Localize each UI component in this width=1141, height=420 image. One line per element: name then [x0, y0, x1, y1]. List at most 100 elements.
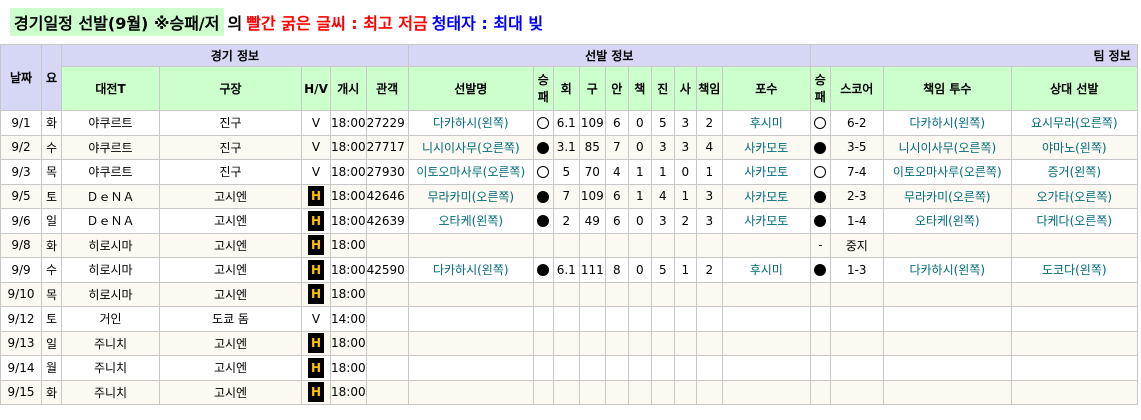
strikeouts-cell[interactable]: 1 — [673, 183, 697, 209]
day-cell[interactable]: 목 — [41, 281, 62, 307]
er-cell[interactable]: 3 — [695, 208, 723, 234]
walks-cell[interactable] — [650, 232, 675, 258]
hv-cell[interactable]: H — [301, 379, 331, 405]
innings-cell[interactable]: 2 — [552, 208, 580, 234]
catcher-cell[interactable] — [721, 306, 811, 332]
hv-cell[interactable]: H — [301, 232, 331, 258]
starter-cell[interactable]: 이토오마사루(오른쪽) — [407, 159, 534, 185]
sp-result-cell[interactable] — [532, 232, 554, 258]
attendance-cell[interactable] — [365, 355, 409, 381]
er-cell[interactable]: 4 — [695, 134, 723, 160]
walks-cell[interactable]: 1 — [650, 159, 675, 185]
hv-cell[interactable]: H — [301, 208, 331, 234]
responsible-pitcher-cell[interactable]: 다카하시(왼쪽) — [882, 110, 1012, 136]
opponent-cell[interactable]: 야쿠르트 — [61, 134, 160, 160]
pitches-cell[interactable] — [578, 306, 606, 332]
day-cell[interactable]: 화 — [41, 110, 62, 136]
starter-cell[interactable]: 다카하시(왼쪽) — [407, 257, 534, 283]
strikeouts-cell[interactable]: 3 — [673, 134, 697, 160]
date-cell[interactable]: 9/10 — [0, 281, 42, 307]
walks-cell[interactable]: 3 — [650, 208, 675, 234]
innings-cell[interactable]: 5 — [552, 159, 580, 185]
responsible-pitcher-cell[interactable] — [882, 355, 1012, 381]
start-time-cell[interactable]: 18:00 — [330, 208, 367, 234]
day-cell[interactable]: 목 — [41, 159, 62, 185]
starter-cell[interactable] — [407, 281, 534, 307]
pitches-cell[interactable] — [578, 330, 606, 356]
team-result-cell[interactable] — [809, 134, 831, 160]
opponent-cell[interactable]: 거인 — [61, 306, 160, 332]
pitches-cell[interactable]: 85 — [578, 134, 606, 160]
start-time-cell[interactable]: 18:00 — [330, 355, 367, 381]
responsible-pitcher-cell[interactable] — [882, 306, 1012, 332]
catcher-cell[interactable]: 후시미 — [721, 257, 811, 283]
team-result-cell[interactable] — [809, 159, 831, 185]
sp-result-cell[interactable] — [532, 183, 554, 209]
day-cell[interactable]: 월 — [41, 355, 62, 381]
attendance-cell[interactable] — [365, 281, 409, 307]
strikeouts-cell[interactable] — [673, 379, 697, 405]
starter-cell[interactable] — [407, 379, 534, 405]
runs-cell[interactable]: 0 — [627, 134, 652, 160]
date-cell[interactable]: 9/1 — [0, 110, 42, 136]
responsible-pitcher-cell[interactable] — [882, 330, 1012, 356]
table-row[interactable]: 9/14 월 주니치 고시엔 H 18:00 — [0, 355, 1138, 381]
hv-cell[interactable]: H — [301, 281, 331, 307]
sp-result-cell[interactable] — [532, 355, 554, 381]
table-row[interactable]: 9/8 화 히로시마 고시엔 H 18:00 - 중지 — [0, 232, 1138, 258]
day-cell[interactable]: 일 — [41, 208, 62, 234]
opponent-cell[interactable]: 주니치 — [61, 330, 160, 356]
walks-cell[interactable] — [650, 306, 675, 332]
team-result-cell[interactable] — [809, 257, 831, 283]
opp-starter-cell[interactable] — [1010, 355, 1138, 381]
table-row[interactable]: 9/1 화 야쿠르트 진구 V 18:00 27229 다카하시(왼쪽) 6.1 109 6 0 5 3 2… — [0, 110, 1138, 136]
runs-cell[interactable]: 1 — [627, 159, 652, 185]
hits-cell[interactable]: 6 — [604, 208, 629, 234]
stadium-cell[interactable]: 진구 — [159, 134, 302, 160]
strikeouts-cell[interactable] — [673, 232, 697, 258]
day-cell[interactable]: 수 — [41, 257, 62, 283]
date-cell[interactable]: 9/12 — [0, 306, 42, 332]
attendance-cell[interactable]: 27229 — [365, 110, 409, 136]
responsible-pitcher-cell[interactable] — [882, 281, 1012, 307]
innings-cell[interactable]: 6.1 — [552, 110, 580, 136]
hits-cell[interactable] — [604, 379, 629, 405]
date-cell[interactable]: 9/9 — [0, 257, 42, 283]
strikeouts-cell[interactable] — [673, 306, 697, 332]
starter-cell[interactable]: 무라카미(오른쪽) — [407, 183, 534, 209]
score-cell[interactable] — [829, 281, 884, 307]
team-result-cell[interactable] — [809, 281, 831, 307]
sp-result-cell[interactable] — [532, 110, 554, 136]
hv-cell[interactable]: H — [301, 183, 331, 209]
score-cell[interactable]: 1-3 — [829, 257, 884, 283]
sp-result-cell[interactable] — [532, 159, 554, 185]
table-row[interactable]: 9/10 목 히로시마 고시엔 H 18:00 — [0, 281, 1138, 307]
runs-cell[interactable] — [627, 232, 652, 258]
hv-cell[interactable]: H — [301, 355, 331, 381]
walks-cell[interactable] — [650, 379, 675, 405]
catcher-cell[interactable]: 사카모토 — [721, 208, 811, 234]
score-cell[interactable]: 7-4 — [829, 159, 884, 185]
hits-cell[interactable]: 6 — [604, 110, 629, 136]
starter-cell[interactable] — [407, 330, 534, 356]
responsible-pitcher-cell[interactable] — [882, 232, 1012, 258]
catcher-cell[interactable] — [721, 330, 811, 356]
pitches-cell[interactable]: 111 — [578, 257, 606, 283]
opp-starter-cell[interactable] — [1010, 306, 1138, 332]
runs-cell[interactable]: 0 — [627, 257, 652, 283]
opp-starter-cell[interactable]: 요시무라(오른쪽) — [1010, 110, 1138, 136]
er-cell[interactable] — [695, 330, 723, 356]
score-cell[interactable]: 3-5 — [829, 134, 884, 160]
sp-result-cell[interactable] — [532, 208, 554, 234]
starter-cell[interactable]: 오타케(왼쪽) — [407, 208, 534, 234]
hv-cell[interactable]: V — [301, 110, 331, 136]
table-row[interactable]: 9/6 일 ＤｅＮＡ 고시엔 H 18:00 42639 오타케(왼쪽) 2 49 6 0 3 2 3 사카모… — [0, 208, 1138, 234]
start-time-cell[interactable]: 18:00 — [330, 379, 367, 405]
er-cell[interactable] — [695, 355, 723, 381]
date-cell[interactable]: 9/5 — [0, 183, 42, 209]
start-time-cell[interactable]: 18:00 — [330, 257, 367, 283]
catcher-cell[interactable] — [721, 355, 811, 381]
stadium-cell[interactable]: 도쿄 돔 — [159, 306, 302, 332]
innings-cell[interactable] — [552, 330, 580, 356]
pitches-cell[interactable]: 70 — [578, 159, 606, 185]
